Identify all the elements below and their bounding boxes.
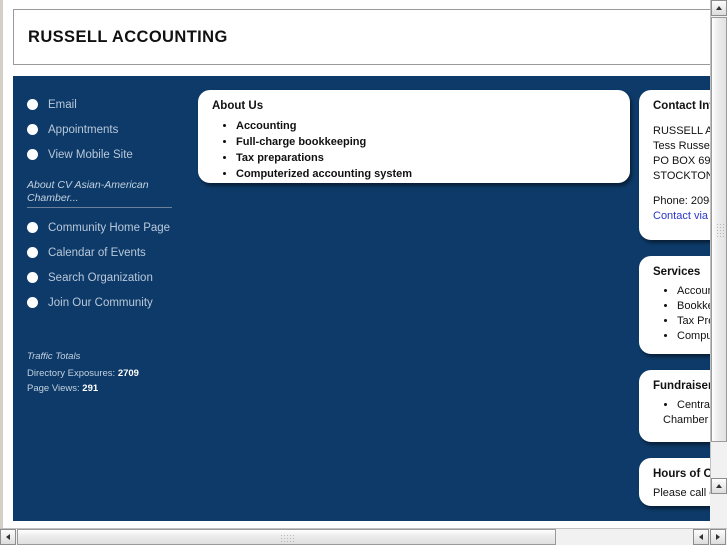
sidebar-item-email[interactable]: Email xyxy=(27,92,198,117)
sidebar-item-view-mobile-site[interactable]: View Mobile Site xyxy=(27,142,198,167)
sidebar-item-label: Appointments xyxy=(48,123,119,136)
page-views-label: Page Views: xyxy=(27,383,80,394)
contact-person: Tess Russell xyxy=(653,140,710,152)
traffic-totals-title: Traffic Totals xyxy=(27,351,81,362)
list-item: Tax Preparation xyxy=(677,314,710,329)
page-views-value: 291 xyxy=(82,383,99,394)
sidebar-item-label: Email xyxy=(48,98,77,111)
sidebar-item-label: View Mobile Site xyxy=(48,148,133,161)
scroll-up-button[interactable] xyxy=(711,0,727,16)
sidebar-item-community-home-page[interactable]: Community Home Page xyxy=(27,215,198,240)
contact-phone: Phone: 209-9 xyxy=(653,195,710,207)
list-item: Tax preparations xyxy=(236,150,616,166)
list-item: Computerized xyxy=(677,329,710,344)
contact-address-line-2: STOCKTON, CA xyxy=(653,170,710,182)
sidebar-item-label: Join Our Community xyxy=(48,296,153,309)
list-item: Accounting xyxy=(677,284,710,299)
sidebar-item-search-organization[interactable]: Search Organization xyxy=(27,265,198,290)
scroll-left-arrow-icon xyxy=(699,534,703,540)
list-item: Computerized accounting system xyxy=(236,166,616,182)
bullet-icon xyxy=(27,149,38,160)
fundraisers-list: Central Valley Asian-American xyxy=(653,398,710,413)
bullet-icon xyxy=(27,124,38,135)
page-body: Email Appointments View Mobile Site Abou… xyxy=(13,76,710,521)
traffic-totals: Traffic Totals Directory Exposures: 2709… xyxy=(27,351,192,396)
contact-info-title: Contact Info xyxy=(653,100,710,112)
about-us-list: Accounting Full-charge bookkeeping Tax p… xyxy=(212,118,616,182)
page-title: RUSSELL ACCOUNTING xyxy=(28,27,228,46)
scroll-up-arrow-icon xyxy=(716,484,722,488)
hours-of-operation-card: Hours of Operation Please call or email xyxy=(639,458,710,506)
page-viewport: RUSSELL ACCOUNTING Email Appointments Vi… xyxy=(0,0,710,528)
scroll-left-button-secondary[interactable] xyxy=(693,529,709,545)
list-item: Full-charge bookkeeping xyxy=(236,134,616,150)
horizontal-scrollbar[interactable] xyxy=(0,528,727,545)
hours-of-operation-text: Please call or email xyxy=(653,487,710,499)
directory-exposures-row: Directory Exposures: 2709 xyxy=(27,366,192,381)
contact-company: RUSSELL ACCOUNTING xyxy=(653,125,710,137)
services-card: Services Accounting Bookkeeping Tax Prep… xyxy=(639,256,710,354)
sidebar-item-appointments[interactable]: Appointments xyxy=(27,117,198,142)
bullet-icon xyxy=(27,297,38,308)
sidebar-item-label: Calendar of Events xyxy=(48,246,146,259)
contact-via-email-link[interactable]: Contact via Email xyxy=(653,209,710,224)
list-item: Central Valley Asian-American xyxy=(677,398,710,413)
contact-address-line-1: PO BOX 69131 xyxy=(653,155,710,167)
scroll-up-arrow-icon xyxy=(716,6,722,10)
page-views-row: Page Views: 291 xyxy=(27,381,192,396)
sidebar-item-label: Community Home Page xyxy=(48,221,171,234)
list-item: Accounting xyxy=(236,118,616,134)
list-item: Bookkeeping xyxy=(677,299,710,314)
about-us-title: About Us xyxy=(212,100,264,112)
scroll-left-button[interactable] xyxy=(0,529,16,545)
scroll-left-arrow-icon xyxy=(6,534,10,540)
fundraisers-card: Fundraisers We Support Central Valley As… xyxy=(639,370,710,442)
browser-screenshot: RUSSELL ACCOUNTING Email Appointments Vi… xyxy=(0,0,727,545)
sidebar-item-join-our-community[interactable]: Join Our Community xyxy=(27,290,198,315)
sidebar-item-calendar-of-events[interactable]: Calendar of Events xyxy=(27,240,198,265)
vertical-scrollbar[interactable] xyxy=(710,0,727,528)
scrollbar-corner xyxy=(710,494,727,528)
directory-exposures-value: 2709 xyxy=(117,368,139,379)
sidebar-item-label: Search Organization xyxy=(48,271,153,284)
bullet-icon xyxy=(27,99,38,110)
hours-of-operation-title: Hours of Operation xyxy=(653,468,710,480)
bullet-icon xyxy=(27,272,38,283)
vertical-scrollbar-thumb[interactable] xyxy=(711,17,727,442)
scroll-right-arrow-icon xyxy=(716,534,720,540)
site-header-banner: RUSSELL ACCOUNTING xyxy=(13,9,710,65)
fundraisers-title: Fundraisers We Support xyxy=(653,380,710,392)
sidebar-nav: Email Appointments View Mobile Site Abou… xyxy=(13,76,198,315)
scrollbar-grip-icon xyxy=(716,223,724,237)
directory-exposures-label: Directory Exposures: xyxy=(27,368,116,379)
scrollbar-grip-icon xyxy=(280,534,295,542)
horizontal-scrollbar-thumb[interactable] xyxy=(17,529,556,545)
services-list: Accounting Bookkeeping Tax Preparation C… xyxy=(653,284,710,344)
about-us-card: About Us Accounting Full-charge bookkeep… xyxy=(198,90,630,183)
web-page: RUSSELL ACCOUNTING Email Appointments Vi… xyxy=(3,0,710,528)
fundraisers-item-continued: Chamber of Commerce xyxy=(663,414,710,426)
contact-info-card: Contact Info RUSSELL ACCOUNTING Tess Rus… xyxy=(639,90,710,240)
services-title: Services xyxy=(653,266,701,278)
bullet-icon xyxy=(27,247,38,258)
bullet-icon xyxy=(27,222,38,233)
scroll-right-button[interactable] xyxy=(710,529,726,545)
scroll-up-button-secondary[interactable] xyxy=(711,478,727,494)
sidebar-section-heading: About CV Asian-American Chamber... xyxy=(27,179,172,208)
